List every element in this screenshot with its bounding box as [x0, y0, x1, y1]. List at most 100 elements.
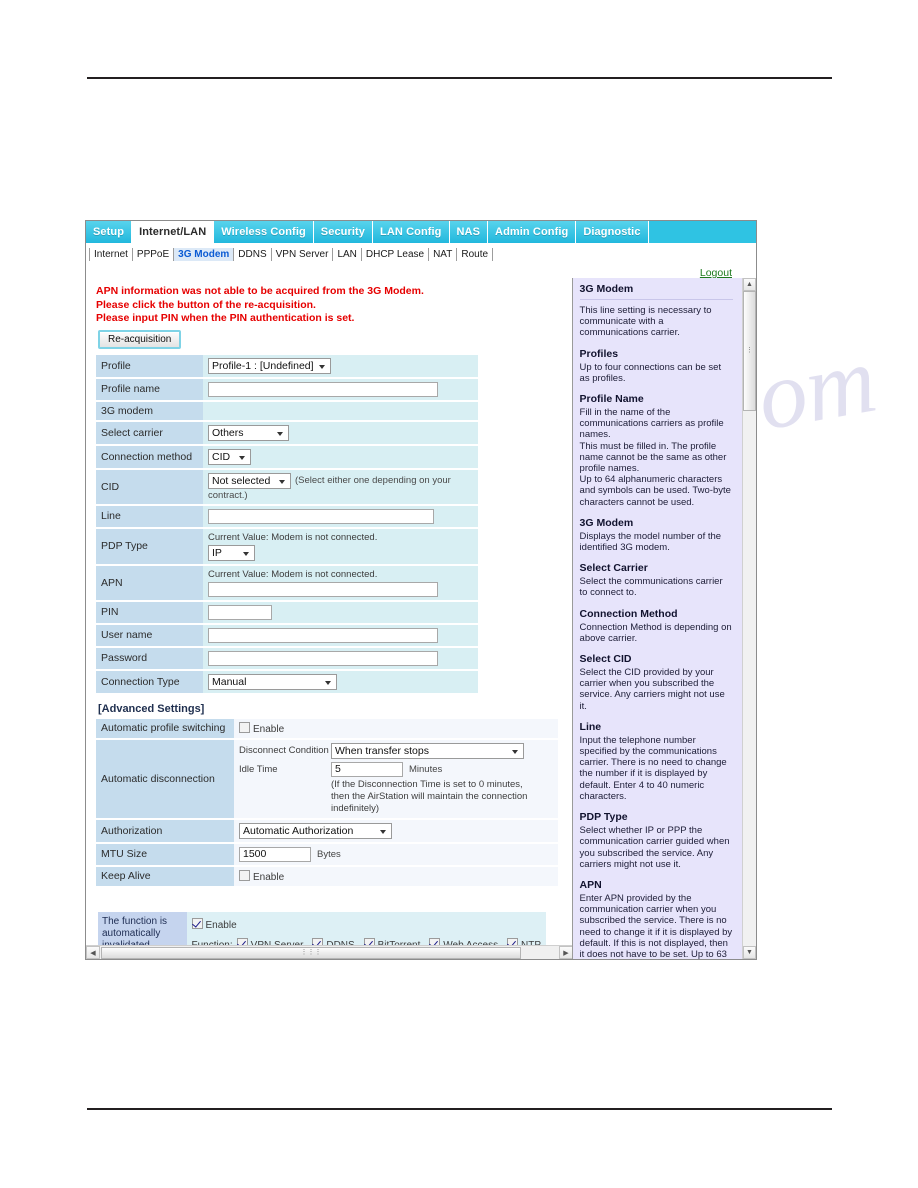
label-apn: APN: [96, 564, 203, 602]
subnav-vpn-server[interactable]: VPN Server: [272, 248, 334, 261]
pdp-type-dropdown[interactable]: IP: [208, 544, 255, 561]
table-row-profile-name: Profile name: [96, 377, 478, 402]
label-auto-profile-switching: Automatic profile switching: [96, 718, 234, 740]
disconnect-condition-dropdown[interactable]: When transfer stops: [331, 742, 524, 759]
apn-input[interactable]: [208, 581, 438, 597]
subnav-3g-modem[interactable]: 3G Modem: [174, 248, 235, 261]
label-keep-alive: Keep Alive: [96, 865, 234, 888]
vertical-scroll-thumb[interactable]: ⋮: [743, 291, 756, 411]
auto-invalidate-enable-checkbox[interactable]: [191, 917, 203, 929]
help-heading-select-carrier: Select Carrier: [579, 562, 648, 575]
logout-row: Logout: [86, 263, 756, 279]
auto-profile-switching-enable-label: Enable: [253, 723, 285, 735]
scroll-left-arrow-icon[interactable]: ◀: [86, 946, 100, 959]
subnav-nat[interactable]: NAT: [429, 248, 458, 261]
table-row-3g-modem: 3G modem: [96, 400, 478, 422]
scroll-down-arrow-icon[interactable]: ▼: [743, 946, 756, 959]
disconnect-condition-row: Disconnect Condition When transfer stops: [239, 742, 553, 759]
nav-tab-security[interactable]: Security: [313, 221, 374, 243]
subnav-pppoe[interactable]: PPPoE: [133, 248, 175, 261]
help-body-select-carrier: Select the communications carrier to con…: [579, 576, 723, 599]
help-heading-profile-name: Profile Name: [579, 393, 644, 406]
auto-profile-switching-checkbox[interactable]: [239, 721, 250, 733]
help-heading-3g-modem: 3G Modem: [579, 516, 634, 529]
help-heading-connection-method: Connection Method: [579, 607, 678, 620]
help-heading-profiles: Profiles: [579, 347, 619, 360]
value-select-carrier: Others: [203, 420, 478, 446]
label-authorization: Authorization: [96, 818, 234, 844]
nav-tab-wireless-config[interactable]: Wireless Config: [214, 221, 314, 243]
value-pin: [203, 600, 478, 625]
help-body-3g-modem: Displays the model number of the identif…: [579, 530, 722, 554]
keep-alive-enable-label: Enable: [253, 871, 285, 883]
scroll-right-arrow-icon[interactable]: ▶: [559, 946, 572, 959]
page-bottom-rule: [87, 1108, 832, 1110]
nav-tab-setup[interactable]: Setup: [86, 221, 133, 243]
idle-time-label: Idle Time: [239, 763, 278, 775]
user-name-input[interactable]: [208, 627, 438, 643]
pdp-type-current-value: Current Value: Modem is not connected.: [208, 531, 378, 543]
connection-type-dropdown[interactable]: Manual: [208, 673, 337, 690]
idle-time-note-line-1: (If the Disconnection Time is set to 0 m…: [331, 778, 523, 790]
footer-bar: (C)2000-2010 BUFFALO INC. All rights res…: [86, 959, 756, 960]
auto-invalidate-label-line-1: The function is: [102, 915, 168, 927]
cid-dropdown[interactable]: Not selected: [208, 472, 291, 489]
password-input[interactable]: [208, 650, 438, 666]
table-row-connection-method: Connection method CID: [96, 444, 478, 470]
help-vertical-scrollbar[interactable]: ▲ ⋮ ▼: [742, 278, 756, 959]
subnav-lan[interactable]: LAN: [333, 248, 362, 261]
label-line: Line: [96, 504, 203, 529]
keep-alive-checkbox[interactable]: [239, 869, 250, 881]
label-cid: CID: [96, 468, 203, 506]
help-body-select-cid: Select the CID provided by your carrier …: [579, 667, 725, 712]
subnav-route[interactable]: Route: [457, 248, 494, 261]
label-password: Password: [96, 646, 203, 671]
subnav-dhcp-lease[interactable]: DHCP Lease: [362, 248, 430, 261]
label-select-carrier: Select carrier: [96, 420, 203, 446]
profile-name-input[interactable]: [208, 381, 438, 397]
idle-time-input[interactable]: 5: [331, 761, 403, 777]
nav-tab-label: NAS: [456, 226, 481, 238]
idle-time-note-line-2: then the AirStation will maintain the co…: [331, 790, 528, 814]
nav-tab-lan-config[interactable]: LAN Config: [373, 221, 450, 243]
value-profile-name: [203, 377, 478, 402]
value-line: [203, 504, 478, 529]
pin-input[interactable]: [208, 604, 272, 620]
value-keep-alive: Enable: [234, 865, 558, 888]
select-carrier-dropdown[interactable]: Others: [208, 424, 289, 441]
mtu-size-input[interactable]: 1500: [239, 846, 311, 862]
profile-select[interactable]: Profile-1 : [Undefined]: [208, 357, 331, 374]
subnav-internet[interactable]: Internet: [89, 248, 133, 261]
authorization-dropdown[interactable]: Automatic Authorization: [239, 822, 392, 839]
value-password: [203, 646, 478, 671]
table-row-auto-disconnection: Automatic disconnection Disconnect Condi…: [96, 738, 558, 820]
nav-tab-diagnostic[interactable]: Diagnostic: [576, 221, 649, 243]
disconnect-condition-label: Disconnect Condition: [239, 745, 329, 756]
idle-time-unit: Minutes: [409, 763, 443, 775]
horizontal-scrollbar[interactable]: ◀ ⋮⋮⋮ ▶: [86, 945, 572, 959]
help-divider: [579, 299, 733, 300]
re-acquisition-button[interactable]: Re-acquisition: [98, 329, 182, 349]
help-content: 3G Modem This line setting is necessary …: [573, 278, 739, 959]
table-row-pin: PIN: [96, 600, 478, 625]
nav-tab-internet-lan[interactable]: Internet/LAN: [132, 221, 215, 243]
label-profile: Profile: [96, 354, 203, 379]
table-row-pdp-type: PDP Type Current Value: Modem is not con…: [96, 527, 478, 566]
table-row-apn: APN Current Value: Modem is not connecte…: [96, 564, 478, 602]
connection-method-dropdown[interactable]: CID: [208, 448, 251, 465]
horizontal-scroll-thumb[interactable]: ⋮⋮⋮: [101, 946, 521, 959]
subnav-ddns[interactable]: DDNS: [234, 248, 272, 261]
help-pane: 3G Modem This line setting is necessary …: [571, 278, 756, 959]
nav-tab-nas[interactable]: NAS: [449, 221, 489, 243]
help-heading-select-cid: Select CID: [579, 653, 632, 666]
label-user-name: User name: [96, 623, 203, 648]
nav-tab-admin-config[interactable]: Admin Config: [488, 221, 577, 243]
help-heading-line: Line: [579, 720, 602, 733]
scroll-up-arrow-icon[interactable]: ▲: [743, 278, 756, 291]
value-authorization: Automatic Authorization: [234, 818, 558, 844]
apn-current-value: Current Value: Modem is not connected.: [208, 568, 378, 580]
sub-nav: Internet PPPoE 3G Modem DDNS VPN Server …: [86, 245, 756, 263]
line-input[interactable]: [208, 508, 434, 524]
table-row-auto-profile-switching: Automatic profile switching Enable: [96, 718, 558, 740]
alert-line-1: APN information was not able to be acqui…: [96, 285, 424, 297]
